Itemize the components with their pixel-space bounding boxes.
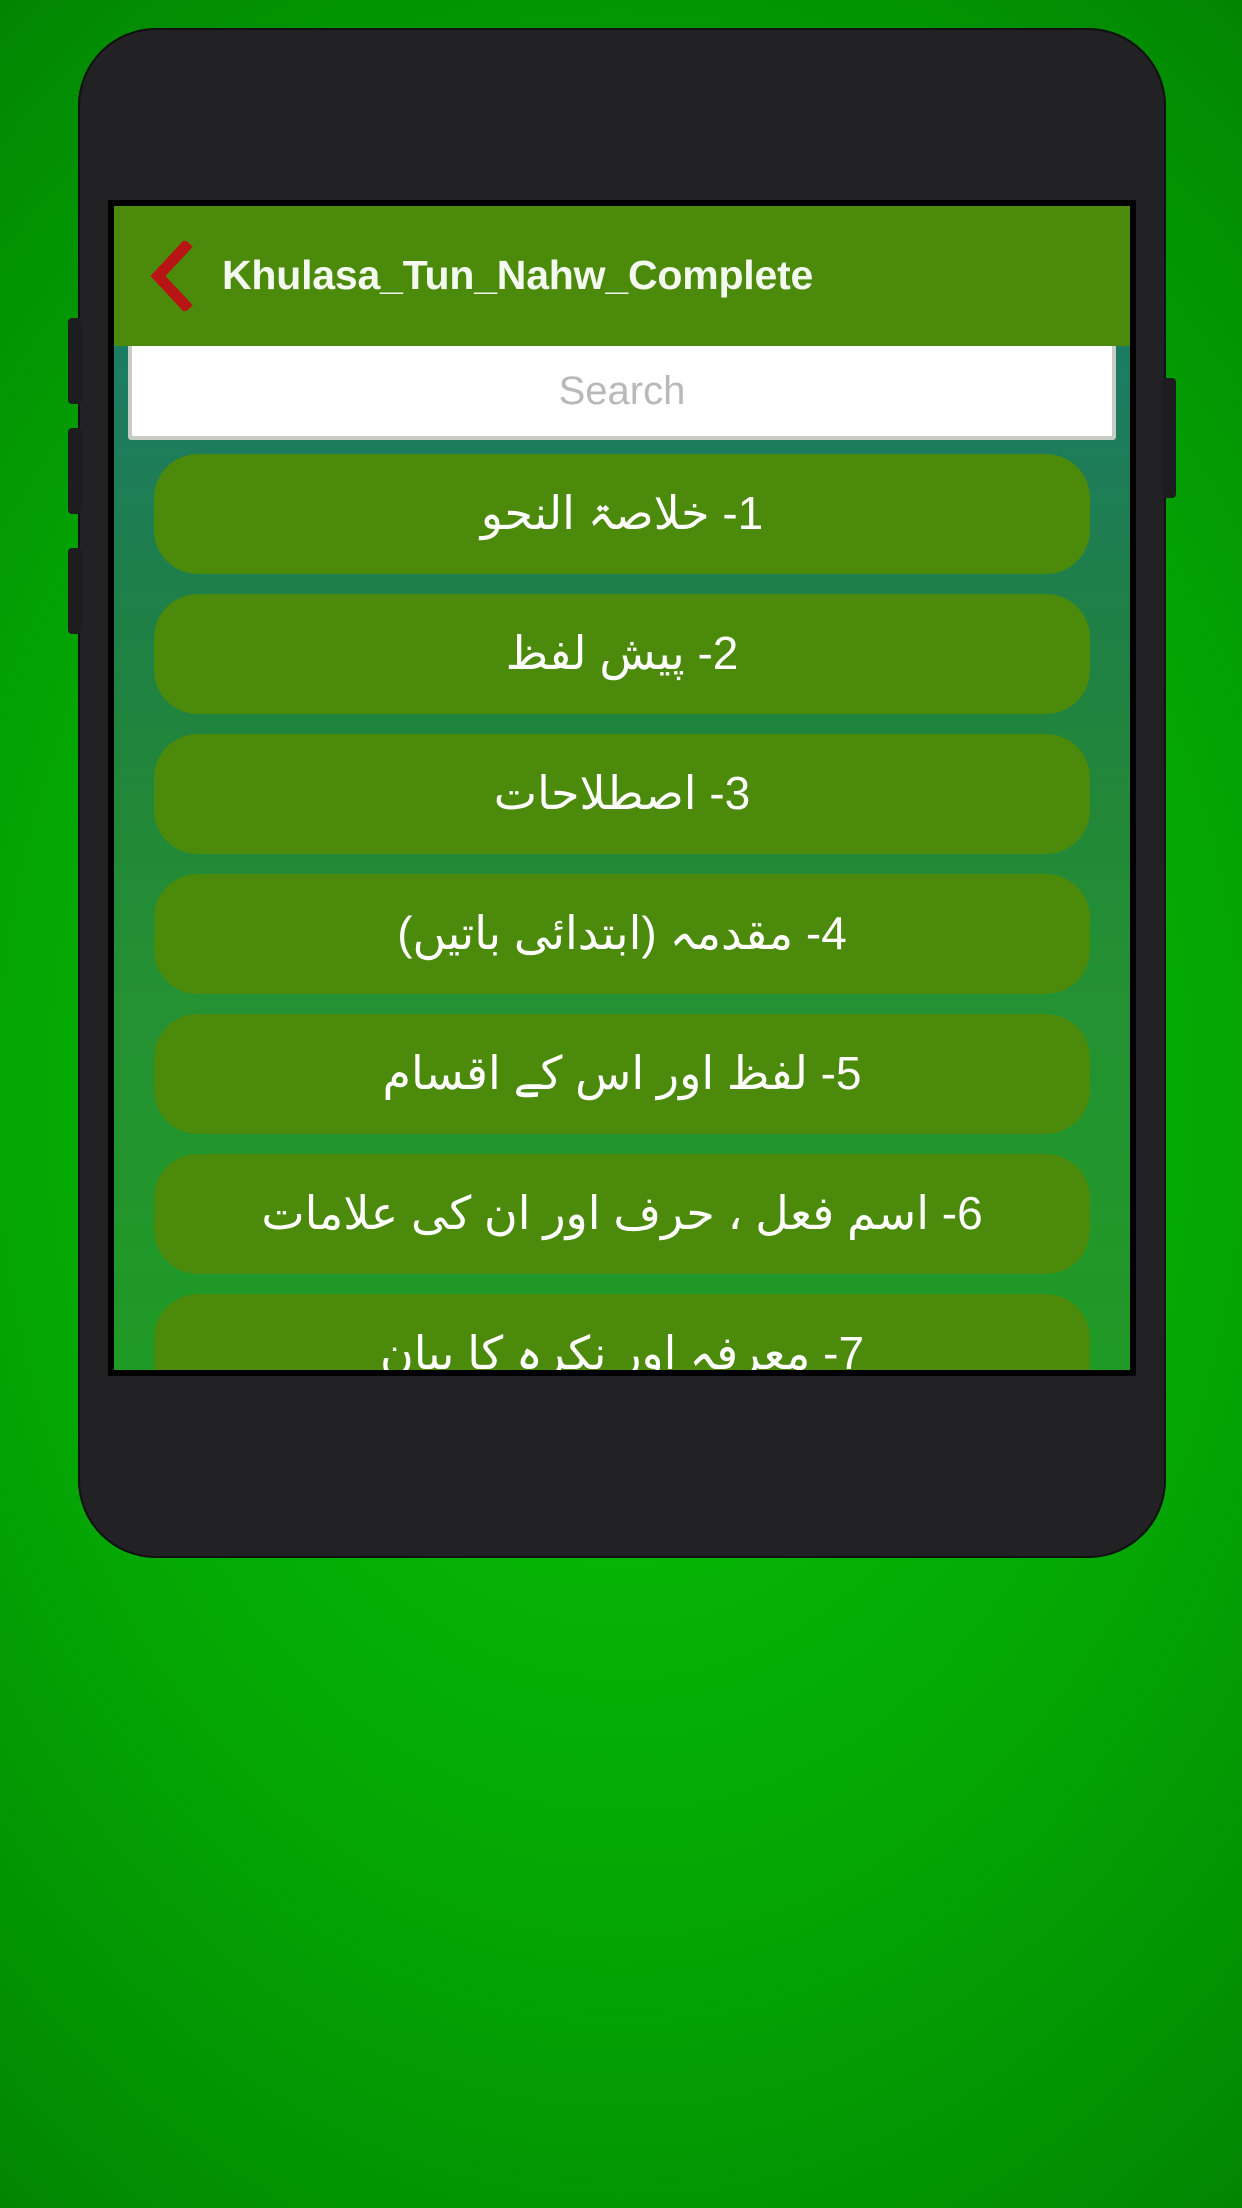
list-item-label: 5- لفظ اور اس کے اقسام — [382, 1047, 862, 1100]
phone-screen: Khulasa_Tun_Nahw_Complete 1- خلاصۃ النحو… — [108, 200, 1136, 1376]
power-button[interactable] — [1162, 378, 1176, 498]
phone-frame: Khulasa_Tun_Nahw_Complete 1- خلاصۃ النحو… — [68, 28, 1176, 1558]
search-input[interactable] — [128, 342, 1116, 440]
list-item[interactable]: 6- اسم فعل ، حرف اور ان کی علامات — [154, 1154, 1090, 1274]
app-viewport: Khulasa_Tun_Nahw_Complete 1- خلاصۃ النحو… — [114, 206, 1130, 1370]
list-item-label: 4- مقدمہ (ابتدائی باتیں) — [397, 907, 847, 960]
list-item-label: 1- خلاصۃ النحو — [480, 487, 764, 540]
list-item[interactable]: 5- لفظ اور اس کے اقسام — [154, 1014, 1090, 1134]
chevron-left-icon — [149, 241, 193, 311]
list-item-label: 7- معرفہ اور نکرہ کا بیان — [379, 1327, 865, 1370]
list-item[interactable]: 7- معرفہ اور نکرہ کا بیان — [154, 1294, 1090, 1370]
app-bar: Khulasa_Tun_Nahw_Complete — [114, 206, 1130, 346]
volume-up-button[interactable] — [68, 318, 82, 404]
list-item-label: 6- اسم فعل ، حرف اور ان کی علامات — [261, 1187, 983, 1240]
list-item-label: 2- پیش لفظ — [505, 627, 739, 680]
page-title: Khulasa_Tun_Nahw_Complete — [222, 252, 814, 299]
list-item[interactable]: 4- مقدمہ (ابتدائی باتیں) — [154, 874, 1090, 994]
list-item[interactable]: 1- خلاصۃ النحو — [154, 454, 1090, 574]
list-item[interactable]: 2- پیش لفظ — [154, 594, 1090, 714]
search-row — [114, 342, 1130, 440]
list-item[interactable]: 3- اصطلاحات — [154, 734, 1090, 854]
back-button[interactable] — [132, 226, 210, 326]
list-item-label: 3- اصطلاحات — [493, 767, 751, 820]
volume-down-button[interactable] — [68, 428, 82, 514]
chapter-list[interactable]: 1- خلاصۃ النحو 2- پیش لفظ 3- اصطلاحات 4-… — [114, 440, 1130, 1370]
mute-switch[interactable] — [68, 548, 82, 634]
